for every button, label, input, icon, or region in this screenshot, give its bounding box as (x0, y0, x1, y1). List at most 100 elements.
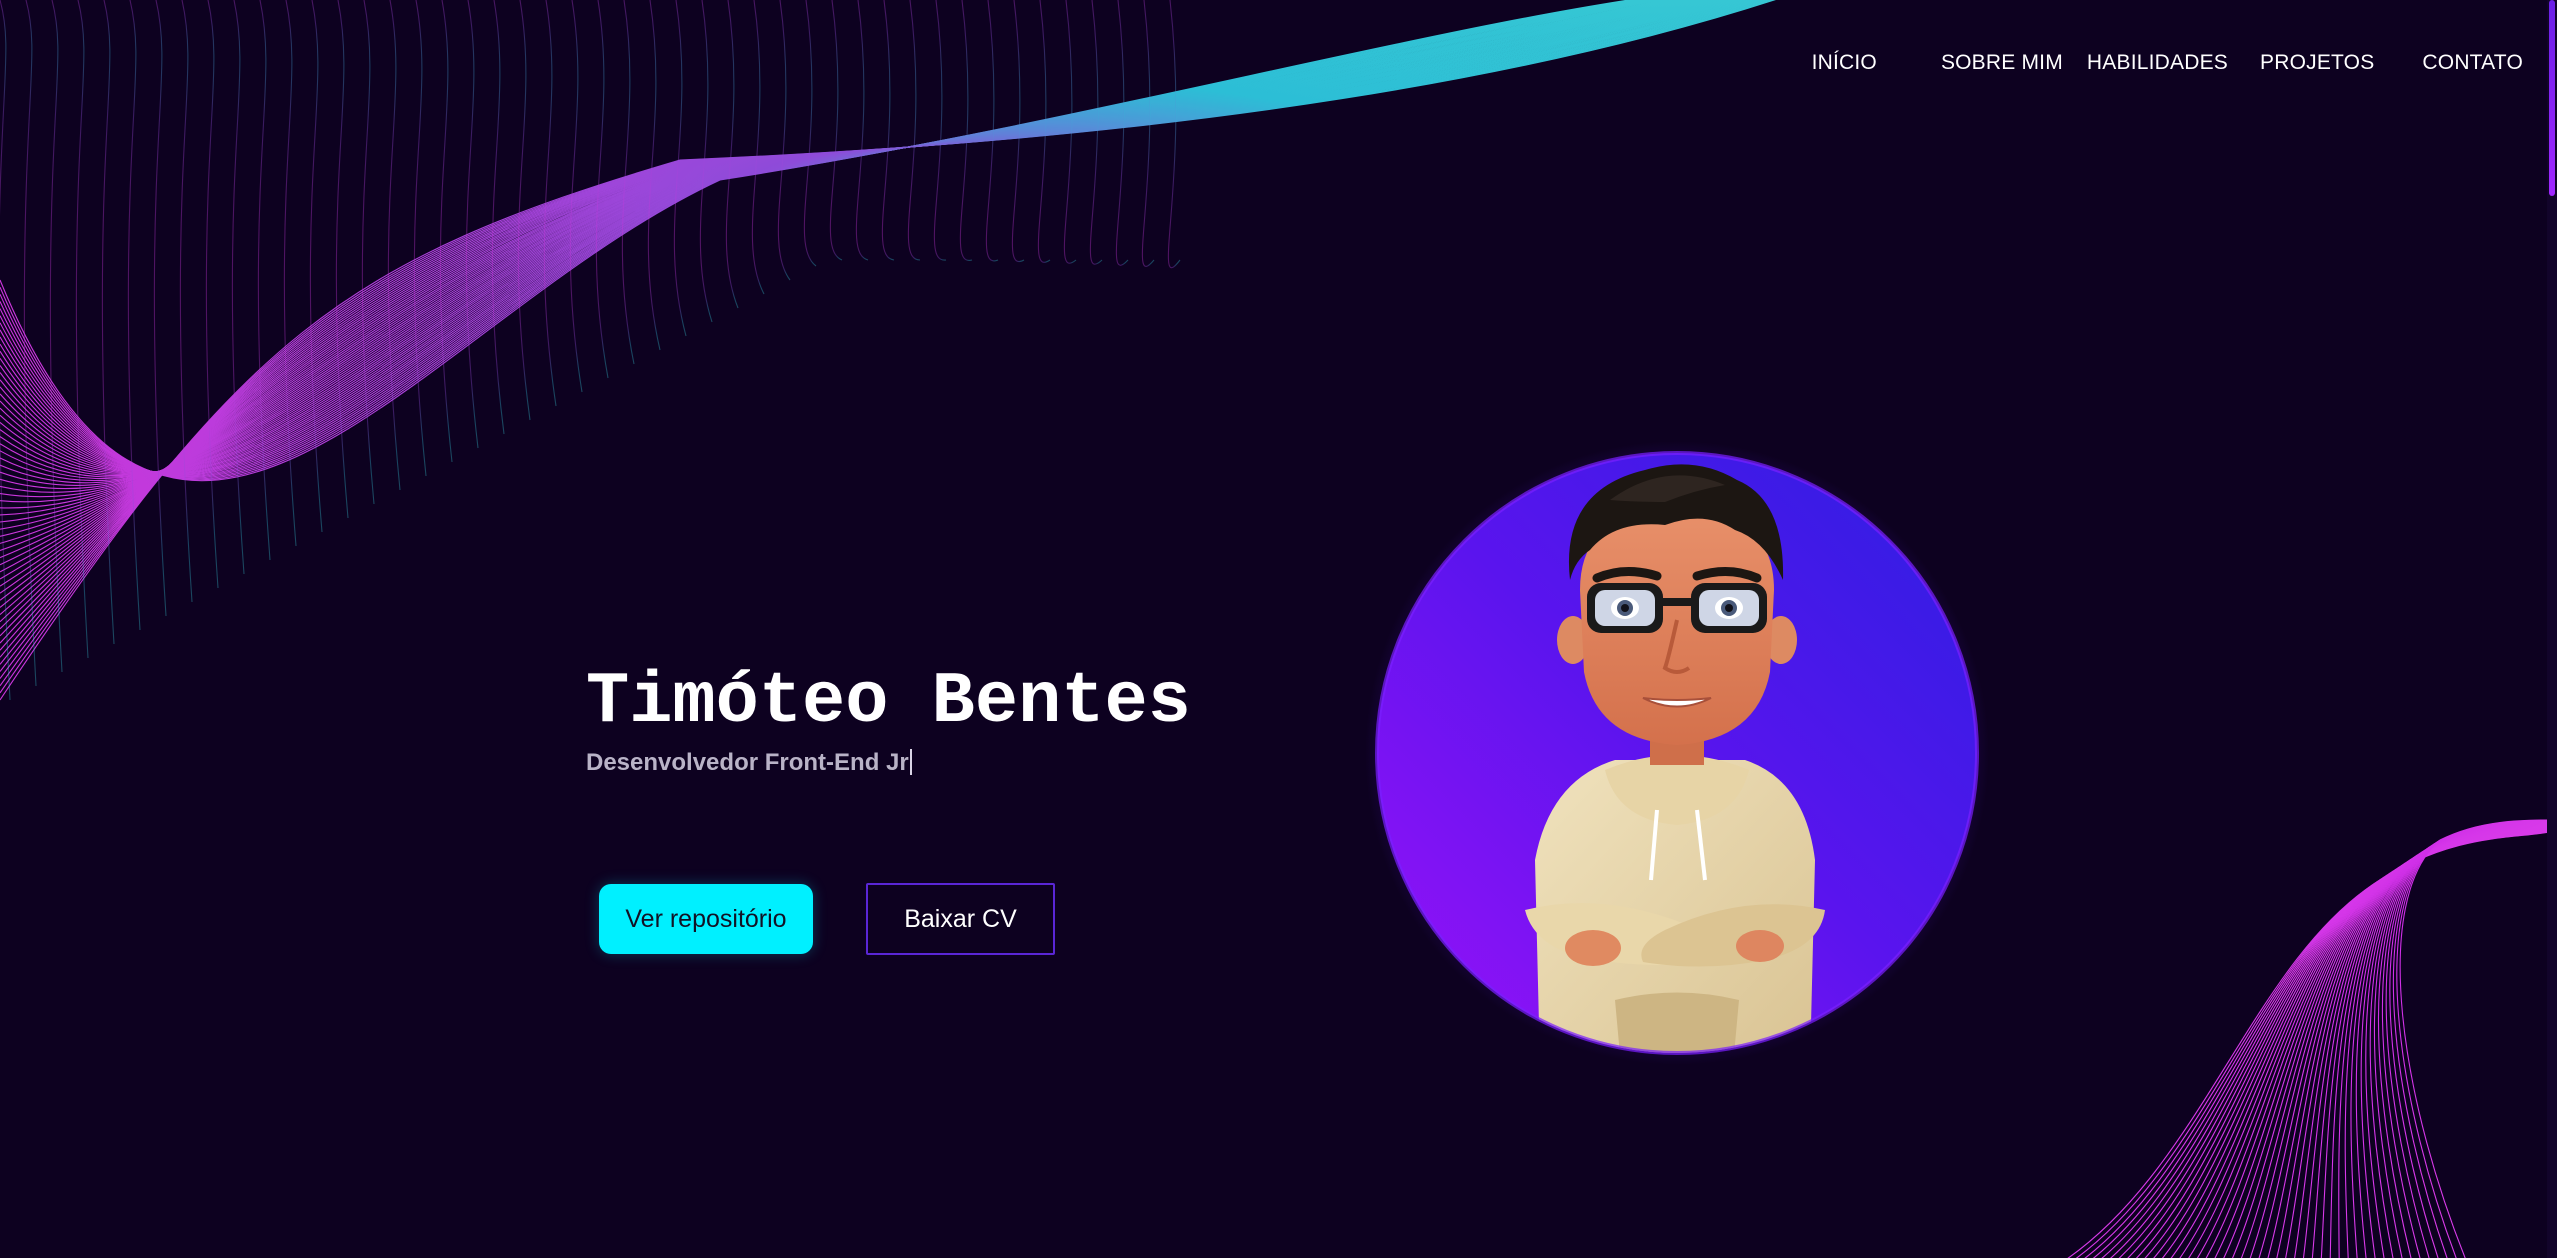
wave-line (205, 0, 219, 589)
wave-line (2365, 821, 2557, 1258)
nav-item-contato[interactable]: CONTATO (2422, 51, 2523, 75)
wave-line (2355, 822, 2557, 1258)
wave-line (2153, 827, 2557, 1258)
wave-line (647, 0, 661, 351)
wave-line (1011, 0, 1025, 263)
wave-line (2161, 827, 2557, 1258)
wave-line (2320, 823, 2557, 1258)
wave-line (491, 0, 505, 435)
wave-line (2075, 829, 2557, 1258)
wave-line (439, 0, 453, 463)
nav-item-sobre-mim[interactable]: SOBRE MIM (1941, 51, 2063, 75)
wave-line (2392, 819, 2557, 1258)
wave-line (0, 0, 1705, 498)
wave-line (2170, 827, 2557, 1258)
nav-item-projetos[interactable]: PROJETOS (2260, 51, 2374, 75)
wave-line (621, 0, 635, 365)
wave-line (2396, 819, 2557, 1258)
wave-line (0, 0, 1656, 474)
typing-caret (909, 749, 912, 775)
wave-line (0, 0, 1642, 478)
wave-line (2214, 826, 2557, 1258)
wave-line (2294, 823, 2557, 1258)
wave-line (2188, 826, 2557, 1258)
wave-line (2101, 829, 2557, 1258)
nav-item-habilidades[interactable]: HABILIDADES (2087, 51, 2228, 75)
wave-line (0, 0, 1683, 475)
wave-line (1063, 0, 1077, 264)
wave-line (2067, 830, 2557, 1258)
wave-line (2344, 822, 2557, 1258)
scrollbar-thumb[interactable] (2549, 0, 2555, 196)
wave-line (0, 0, 1637, 480)
wave-line (2338, 822, 2557, 1258)
nav-item-inicio[interactable]: INÍCIO (1812, 51, 1877, 75)
wave-line (777, 0, 791, 281)
wave-line (2285, 824, 2557, 1258)
wave-line (1167, 0, 1181, 268)
wave-line (517, 0, 531, 421)
wave-line (0, 0, 1640, 479)
wave-line (1115, 0, 1129, 266)
wave-line (2240, 825, 2557, 1258)
wave-line (985, 0, 999, 262)
wave-line (127, 0, 141, 631)
page: INÍCIO SOBRE MIM HABILIDADES PROJETOS CO… (0, 0, 2557, 1258)
wave-line (2377, 820, 2557, 1258)
wave-line (2329, 822, 2557, 1258)
wave-line (2135, 828, 2557, 1258)
wave-line (2276, 824, 2557, 1258)
wave-line (0, 0, 1693, 481)
wave-line (2267, 824, 2557, 1258)
wave-line (0, 0, 1666, 473)
download-cv-button[interactable]: Baixar CV (866, 883, 1055, 955)
hero-subtitle-wrap: Desenvolvedor Front-End Jr (586, 747, 912, 779)
wave-line (49, 0, 63, 673)
wave-line (75, 0, 89, 659)
wave-line (595, 0, 609, 379)
wave-line (751, 0, 765, 295)
wave-line (855, 0, 869, 261)
wave-lines-bottom-right (2067, 819, 2557, 1258)
wave-line (2127, 828, 2557, 1258)
wave-line (0, 0, 1661, 473)
wave-line (2249, 825, 2557, 1258)
wave-line (0, 0, 1710, 509)
wave-line (361, 0, 375, 505)
wave-line (2302, 823, 2557, 1258)
wave-line (101, 0, 115, 645)
wave-line (153, 0, 167, 617)
wave-line (725, 0, 739, 309)
view-repository-button[interactable]: Ver repositório (599, 884, 813, 954)
wave-line (2399, 819, 2557, 1258)
wave-line (959, 0, 973, 261)
wave-line (0, 0, 1663, 473)
wave-line (0, 0, 1644, 477)
hero-name: Timóteo Bentes (586, 661, 1191, 743)
wave-line (2258, 824, 2557, 1258)
wave-line (2311, 823, 2557, 1258)
hero-subtitle: Desenvolvedor Front-End Jr (586, 749, 909, 776)
wave-line (0, 0, 1707, 503)
wave-line (387, 0, 401, 491)
wave-line (1037, 0, 1051, 263)
wave-line (0, 0, 1700, 490)
wave-line (2092, 829, 2557, 1258)
wave-line (231, 0, 245, 575)
wave-line (257, 0, 271, 561)
wave-line (335, 0, 349, 519)
wave-line (1141, 0, 1155, 267)
wave-line (0, 0, 1695, 484)
wave-line (2084, 829, 2557, 1258)
page-scrollbar[interactable] (2547, 0, 2557, 1258)
wave-line (907, 0, 921, 261)
wave-line (2373, 821, 2557, 1258)
wave-line (0, 0, 11, 701)
wave-line (0, 0, 1712, 516)
wave-line (0, 0, 1690, 480)
wave-line (23, 0, 37, 687)
wave-line (0, 0, 1659, 474)
wave-line (0, 0, 1702, 493)
avatar (1365, 440, 1989, 1066)
wave-line (0, 0, 1697, 486)
